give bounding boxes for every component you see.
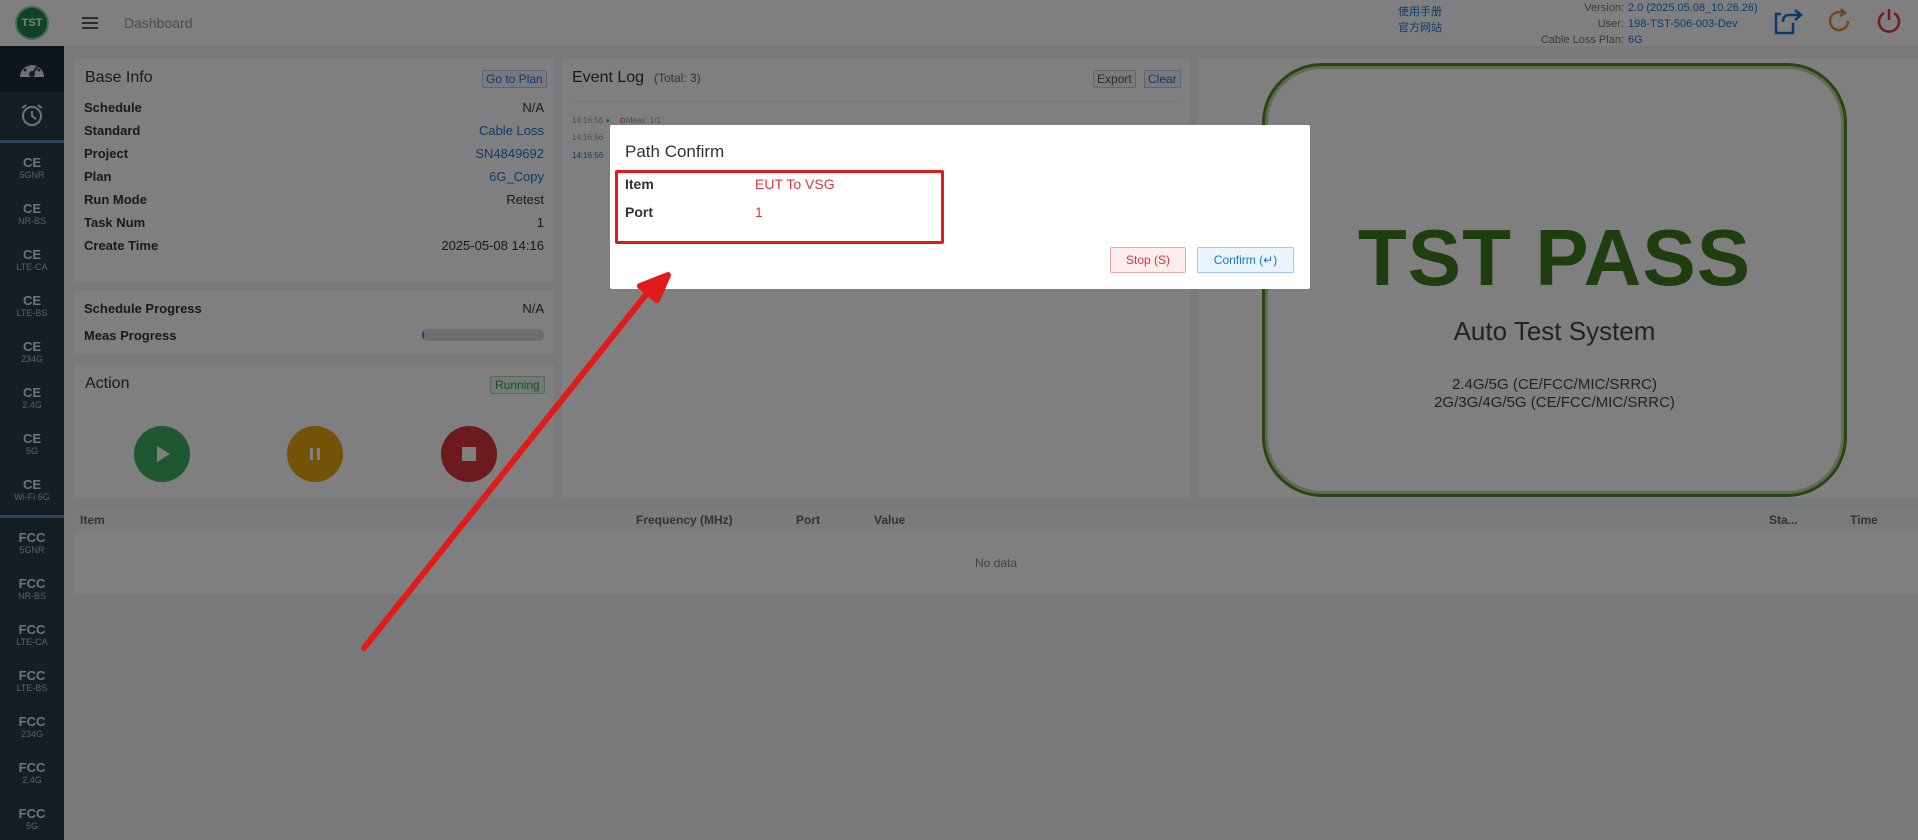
annotation-arrow: [361, 272, 671, 651]
